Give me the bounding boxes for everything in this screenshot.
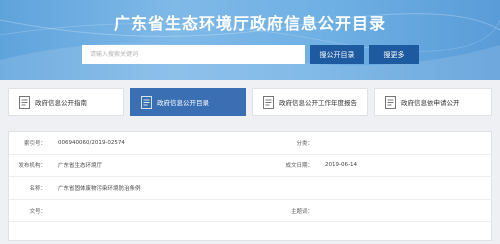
publisher-label: 发布机构：	[9, 154, 52, 178]
tab-label: 政府信息公开指南	[35, 99, 87, 107]
name-value: 广东省固体废物污染环境防治条例	[52, 176, 491, 200]
tab-disclosure-catalog[interactable]: 政府信息公开目录	[130, 88, 246, 116]
subject-label: 主题词：	[252, 199, 319, 223]
date-label: 成文日期：	[252, 154, 319, 178]
document-icon	[384, 95, 396, 109]
search-more-button[interactable]: 搜更多	[369, 45, 419, 64]
table-row	[9, 222, 491, 244]
document-icon	[140, 95, 152, 109]
publisher-value: 广东省生态环境厅	[52, 154, 252, 178]
table-row: 发布机构： 广东省生态环境厅 成文日期： 2019-06-14	[9, 154, 491, 178]
name-label: 名称：	[9, 176, 52, 200]
site-title: 广东省生态环境厅政府信息公开目录	[113, 14, 386, 33]
date-value: 2019-06-14	[319, 154, 491, 178]
tab-label: 政府信息依申请公开	[401, 99, 460, 107]
category-value	[319, 132, 491, 155]
document-icon	[18, 95, 30, 109]
table-row: 名称： 广东省固体废物污染环境防治条例	[9, 176, 491, 200]
doc-no-value	[52, 199, 252, 223]
document-info-table: 索引号： 006940060/2019-02574 分类： 发布机构： 广东省生…	[9, 132, 491, 244]
subject-value	[319, 199, 491, 223]
tab-bar: 政府信息公开指南 政府信息公开目录 政府信息公开工作年度报告 政府信息依申请公开	[0, 88, 500, 116]
tab-disclosure-guide[interactable]: 政府信息公开指南	[8, 88, 124, 116]
search-catalog-button[interactable]: 搜公开目录	[310, 45, 364, 64]
tab-label: 政府信息公开目录	[157, 99, 209, 107]
tab-annual-report[interactable]: 政府信息公开工作年度报告	[252, 88, 368, 116]
tab-label: 政府信息公开工作年度报告	[279, 99, 357, 107]
index-label: 索引号：	[9, 132, 52, 155]
table-row: 文号： 主题词：	[9, 199, 491, 223]
category-label: 分类：	[252, 132, 319, 155]
index-value: 006940060/2019-02574	[52, 132, 252, 155]
tab-disclosure-on-request[interactable]: 政府信息依申请公开	[374, 88, 492, 116]
header-banner: 广东省生态环境厅政府信息公开目录 搜公开目录 搜更多	[0, 0, 500, 80]
table-row: 索引号： 006940060/2019-02574 分类：	[9, 132, 491, 155]
search-input[interactable]	[82, 45, 305, 64]
doc-no-label: 文号：	[9, 199, 52, 223]
document-icon	[262, 95, 274, 109]
document-info-panel: 索引号： 006940060/2019-02574 分类： 发布机构： 广东省生…	[8, 131, 492, 241]
